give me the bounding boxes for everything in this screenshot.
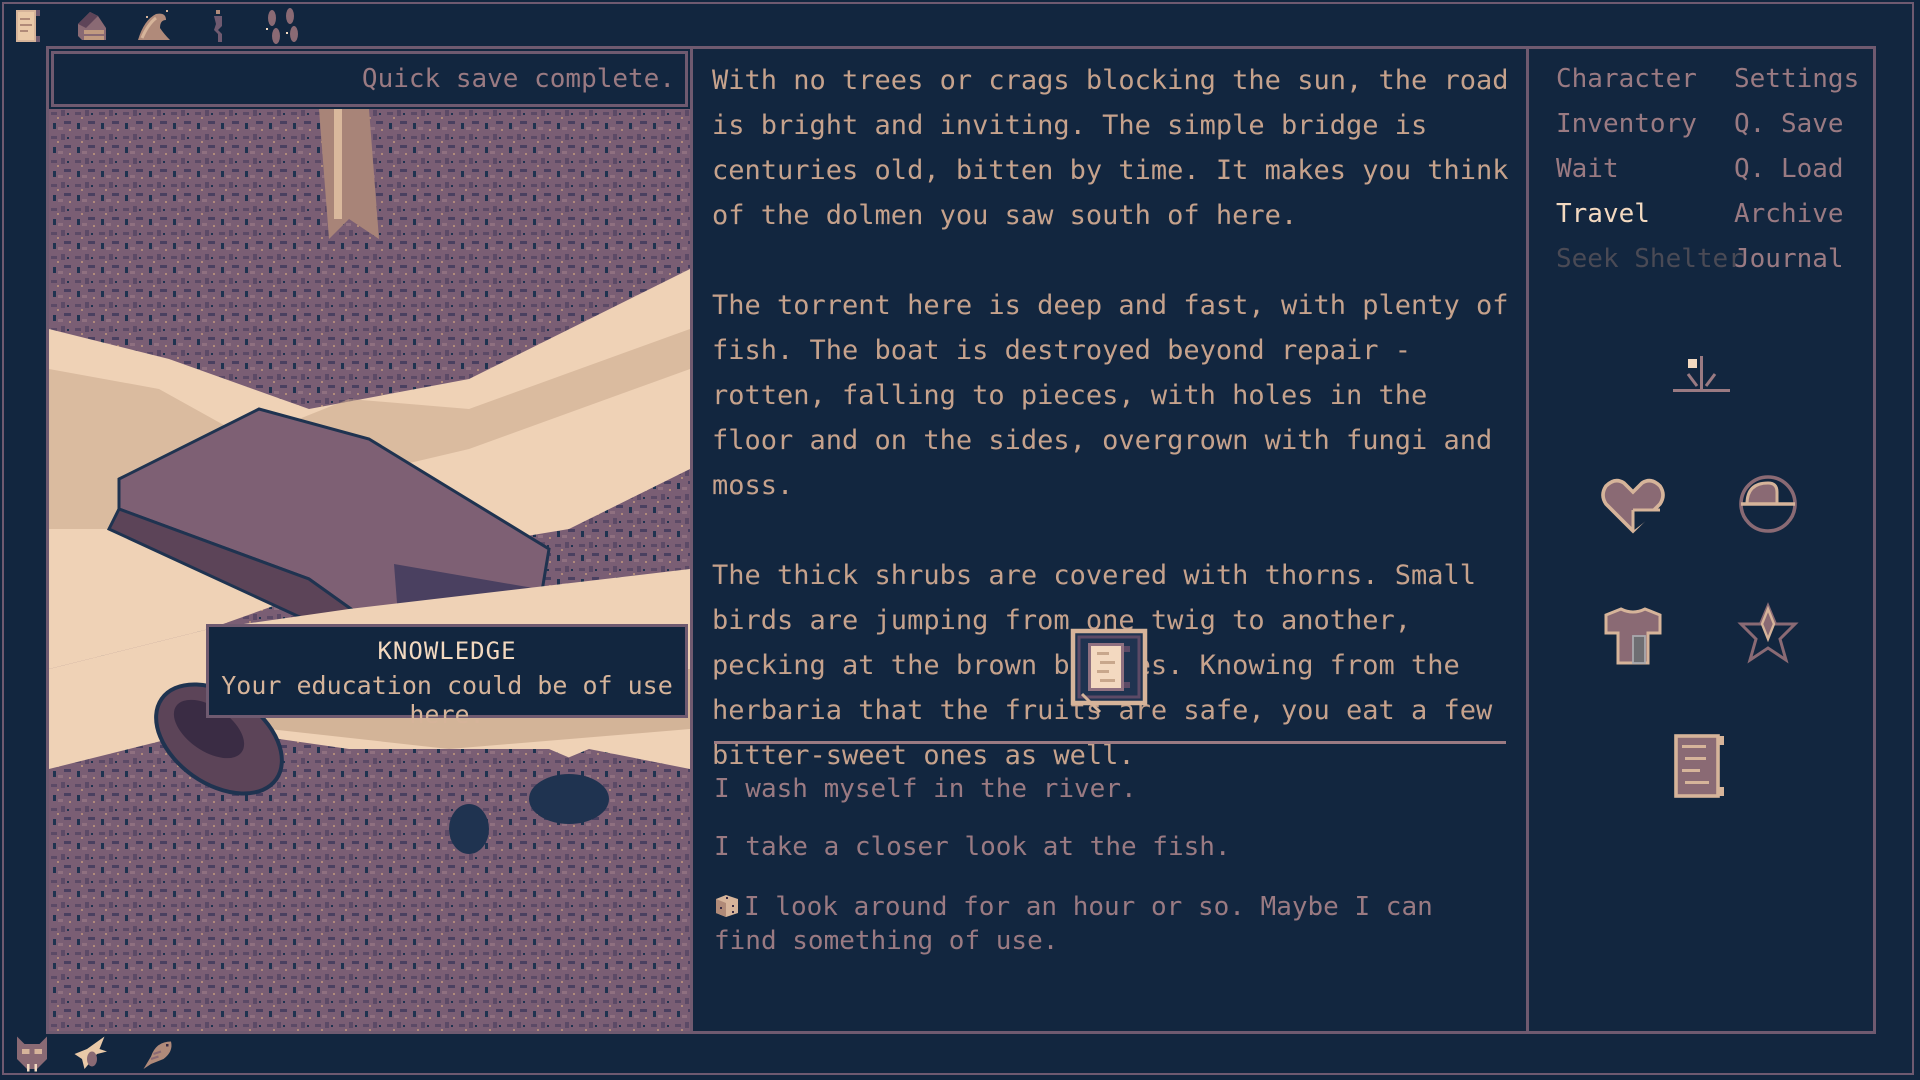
menu-travel[interactable]: Travel — [1556, 199, 1650, 229]
fish-icon[interactable] — [136, 1034, 176, 1074]
journal-scroll-icon[interactable] — [1664, 730, 1736, 802]
status-message: Quick save complete. — [51, 51, 688, 107]
menu-seek-shelter: Seek Shelter — [1556, 244, 1744, 274]
footprints-icon[interactable] — [262, 6, 302, 46]
star-icon[interactable] — [1732, 600, 1804, 672]
knowledge-tooltip: KNOWLEDGE Your education could be of use… — [206, 624, 688, 729]
choices-divider — [714, 741, 1506, 744]
choice-text: I take a closer look at the fish. — [714, 832, 1231, 862]
menu-quick-load[interactable]: Q. Load — [1734, 154, 1844, 184]
heart-icon[interactable] — [1597, 468, 1669, 540]
wolf-icon[interactable] — [12, 1034, 52, 1074]
menu-archive[interactable]: Archive — [1734, 199, 1844, 229]
choice-option[interactable]: I look around for an hour or so. Maybe I… — [714, 890, 1504, 958]
menu-character[interactable]: Character — [1556, 64, 1697, 94]
sundial-icon[interactable] — [1664, 350, 1736, 422]
menu-separator — [1526, 46, 1529, 1034]
narrative-paragraph: With no trees or crags blocking the sun,… — [712, 65, 1509, 231]
narrative-paragraph: The torrent here is deep and fast, with … — [712, 290, 1509, 501]
menu-wait[interactable]: Wait — [1556, 154, 1619, 184]
menu-quick-save[interactable]: Q. Save — [1734, 109, 1844, 139]
dice-icon — [716, 895, 738, 917]
scroll-icon[interactable] — [12, 8, 44, 44]
choice-option[interactable]: I take a closer look at the fish. — [714, 830, 1504, 864]
house-icon[interactable] — [74, 8, 110, 44]
choice-text: I wash myself in the river. — [714, 774, 1137, 804]
wave-icon[interactable] — [136, 8, 172, 42]
menu-settings[interactable]: Settings — [1734, 64, 1859, 94]
menu-inventory[interactable]: Inventory — [1556, 109, 1697, 139]
choice-option[interactable]: I wash myself in the river. — [714, 772, 1504, 806]
knowledge-scroll-button[interactable] — [1070, 628, 1160, 718]
tooltip-text: Your education could be of use here. — [221, 671, 673, 729]
bowl-icon[interactable] — [1732, 468, 1804, 540]
bird-icon[interactable] — [72, 1034, 112, 1074]
scene-illustration — [49, 109, 690, 1031]
menu-journal[interactable]: Journal — [1734, 244, 1844, 274]
choice-text: I look around for an hour or so. Maybe I… — [714, 892, 1433, 956]
shirt-icon[interactable] — [1597, 600, 1669, 672]
figure-icon[interactable] — [208, 8, 228, 44]
tooltip-title: KNOWLEDGE — [377, 637, 517, 665]
